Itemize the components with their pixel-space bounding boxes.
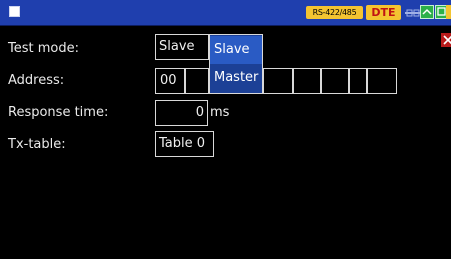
test-mode-dropdown: Slave Master [209,34,263,94]
status-bar: RS-422/485 DTE [0,0,451,26]
address-cell[interactable] [321,68,349,94]
window-icon [9,6,20,17]
address-cell[interactable] [263,68,293,94]
response-time-input[interactable]: 0 [155,100,208,126]
address-cell[interactable] [367,68,397,94]
interface-badge: RS-422/485 [306,6,363,19]
response-time-label: Response time: [8,105,109,120]
tx-table-select[interactable]: Table 0 [155,131,214,157]
dropdown-option-master[interactable]: Master [210,64,262,92]
response-time-unit: ms [210,105,230,120]
address-cell[interactable] [349,68,367,94]
status-icon [446,5,451,19]
close-icon[interactable] [441,33,451,47]
dropdown-option-slave[interactable]: Slave [210,36,262,64]
address-cell[interactable] [293,68,321,94]
address-label: Address: [8,73,65,88]
tx-table-label: Tx-table: [8,137,66,152]
address-cell[interactable] [185,68,209,94]
link-icon [405,9,420,17]
dte-badge: DTE [366,5,401,20]
address-cell[interactable]: 00 [155,68,185,94]
test-mode-label: Test mode: [8,41,79,56]
signal-icon [420,5,434,19]
test-mode-select[interactable]: Slave [155,34,209,60]
